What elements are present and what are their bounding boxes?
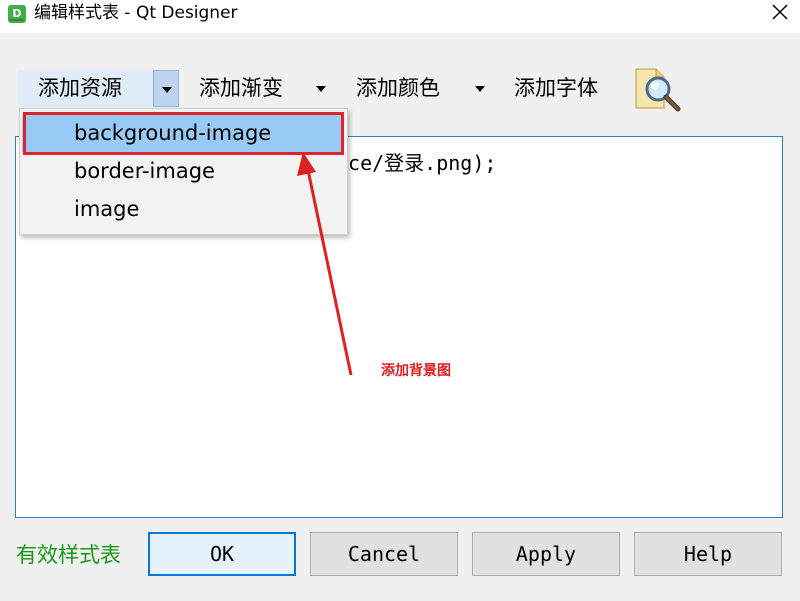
ok-button[interactable]: OK [148, 532, 296, 576]
annotation-arrow [297, 152, 353, 376]
apply-button[interactable]: Apply [472, 532, 620, 576]
help-button[interactable]: Help [634, 532, 782, 576]
annotation-text: 添加背景图 [381, 363, 451, 379]
cancel-button[interactable]: Cancel [310, 532, 458, 576]
edit-stylesheet-dialog: D 编辑样式表 - Qt Designer 添加资源 添加渐变 添加颜色 添加字… [0, 0, 800, 601]
valid-stylesheet-status: 有效样式表 [16, 543, 121, 567]
